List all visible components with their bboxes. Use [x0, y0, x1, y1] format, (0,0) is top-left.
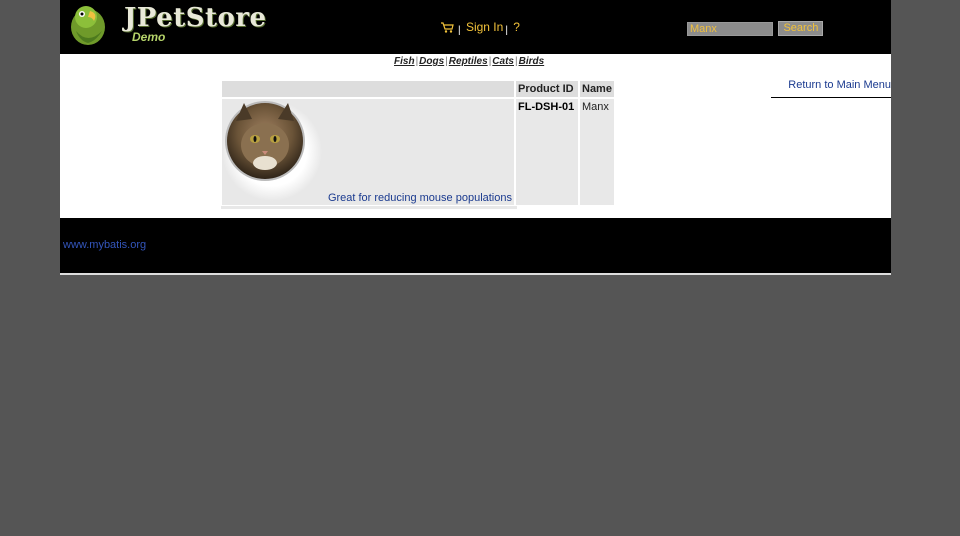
- header-menu: | Sign In | ?: [441, 20, 520, 36]
- search-input[interactable]: [687, 21, 773, 36]
- quicklink-separator: |: [445, 56, 448, 67]
- search-form: Search: [687, 20, 824, 38]
- search-button[interactable]: Search: [778, 21, 824, 37]
- menu-separator: |: [458, 25, 461, 36]
- item-table: Product ID Name Great for reducing mouse…: [220, 79, 616, 207]
- jpetstore-logo[interactable]: JPetStore Demo: [68, 1, 266, 47]
- quicklink-separator: |: [488, 56, 492, 67]
- return-to-main-menu-link[interactable]: Return to Main Menu: [771, 79, 891, 98]
- page: JPetStore Demo | Sign In| ? Search Fish|…: [60, 0, 891, 275]
- quicklink-reptiles[interactable]: Reptiles: [449, 56, 488, 67]
- table-header-row: Product ID Name: [222, 81, 614, 97]
- shopping-cart-icon[interactable]: [441, 22, 454, 34]
- description-header: [222, 81, 514, 97]
- quicklink-cats[interactable]: Cats: [492, 56, 514, 67]
- table-footer-bar: [221, 206, 517, 209]
- logo-subtitle: Demo: [132, 30, 166, 44]
- sign-in-link[interactable]: Sign In: [466, 20, 503, 34]
- parrot-icon: [71, 6, 105, 45]
- manx-cat-image: [222, 101, 322, 201]
- quicklink-separator: |: [514, 56, 518, 67]
- main-content: Fish|Dogs|Reptiles|Cats|Birds Return to …: [60, 54, 891, 218]
- product-id-header: Product ID: [516, 81, 578, 97]
- name-cell: Manx: [580, 99, 614, 205]
- menu-separator: |: [505, 25, 508, 36]
- help-link[interactable]: ?: [513, 20, 520, 34]
- product-id-cell: FL-DSH-01: [516, 99, 578, 205]
- quicklink-dogs[interactable]: Dogs: [419, 56, 444, 67]
- mybatis-link[interactable]: www.mybatis.org: [63, 239, 146, 251]
- quicklink-separator: |: [415, 56, 419, 67]
- quicklink-fish[interactable]: Fish: [394, 56, 415, 67]
- header: JPetStore Demo | Sign In| ? Search: [60, 0, 891, 54]
- item-description: Great for reducing mouse populations: [327, 192, 512, 204]
- description-cell: Great for reducing mouse populations: [222, 99, 514, 205]
- table-row: Great for reducing mouse populations FL-…: [222, 99, 614, 205]
- category-quick-links: Fish|Dogs|Reptiles|Cats|Birds: [394, 56, 544, 67]
- footer: www.mybatis.org: [60, 218, 891, 275]
- logo-title: JPetStore: [124, 3, 267, 33]
- name-header: Name: [580, 81, 614, 97]
- quicklink-birds[interactable]: Birds: [519, 56, 545, 67]
